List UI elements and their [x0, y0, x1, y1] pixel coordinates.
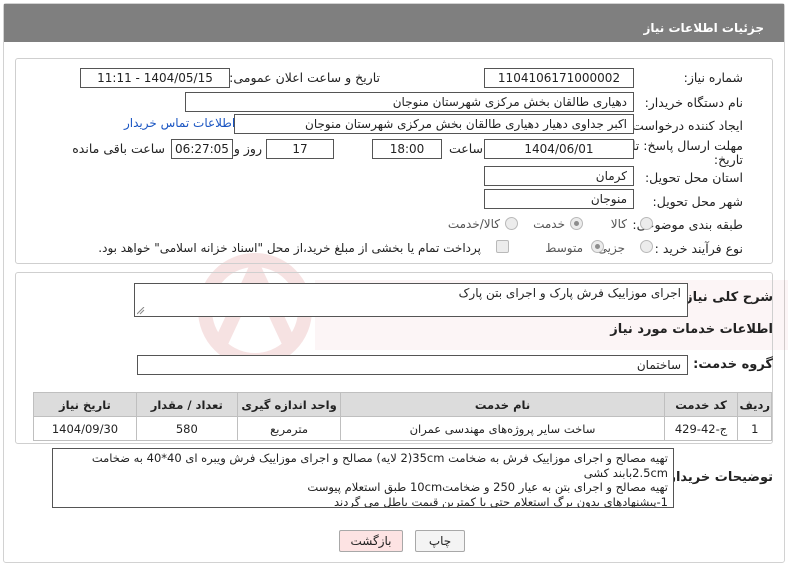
process-radio-minor[interactable]: [640, 240, 653, 253]
category-option-goods: کالا: [610, 217, 627, 231]
deadline-label: مهلت ارسال پاسخ: تا: [632, 138, 743, 153]
deadline-time-label: ساعت: [448, 141, 483, 156]
service-group-label: گروه خدمت:: [693, 357, 773, 372]
cell-date: 1404/09/30: [33, 416, 137, 441]
cell-unit: مترمربع: [236, 416, 342, 441]
treasury-payment-checkbox[interactable]: [496, 240, 509, 253]
process-type-label: نوع فرآیند خرید :: [654, 241, 743, 256]
service-group-field[interactable]: ساختمان: [137, 355, 688, 375]
process-option-medium: متوسط: [545, 241, 583, 255]
buyer-notes-line: تهیه مصالح و اجرای بتن به عیار 250 و ضخا…: [307, 480, 668, 494]
cell-code: ج-42-429: [663, 416, 739, 441]
page-title: جزئیات اطلاعات نیاز: [4, 4, 784, 42]
back-button[interactable]: بازگشت: [339, 530, 403, 552]
city-label: شهر محل تحویل:: [652, 194, 743, 209]
col-code: کد خدمت: [663, 392, 739, 417]
buyer-notes-line: 2.5cmبابند کشی: [583, 465, 668, 480]
days-remaining-field[interactable]: 17: [266, 139, 334, 159]
days-label: روز و: [233, 141, 262, 156]
creator-label: ایجاد کننده درخواست:: [627, 118, 743, 133]
deadline-date-field[interactable]: 1404/06/01: [484, 139, 634, 159]
deadline-time-field[interactable]: 18:00: [372, 139, 442, 159]
treasury-payment-note: پرداخت تمام یا بخشی از مبلغ خرید،از محل …: [98, 241, 481, 255]
col-qty: تعداد / مقدار: [135, 392, 238, 417]
buyer-notes-line: 1-پیشنهادهای بدون برگ استعلام حتی با کمت…: [334, 494, 668, 508]
deadline-label-2: تاریخ:: [713, 152, 743, 167]
table-row[interactable]: 1 ج-42-429 ساخت سایر پروژه‌های مهندسی عم…: [33, 416, 772, 441]
col-row: ردیف: [737, 392, 772, 417]
description-field[interactable]: اجرای موزاییک فرش پارک و اجرای بتن پارک: [134, 283, 688, 317]
buyer-notes-field[interactable]: تهیه مصالح و اجرای موزاییک فرش به ضخامت …: [52, 448, 674, 508]
cell-name: ساخت سایر پروژه‌های مهندسی عمران: [340, 416, 665, 441]
remaining-time-field[interactable]: 06:27:05: [171, 139, 233, 159]
col-unit: واحد اندازه گیری: [236, 392, 342, 417]
category-option-service: خدمت: [533, 217, 565, 231]
creator-field[interactable]: اکبر جداوی دهیار دهیاری طالقان بخش مرکزی…: [234, 114, 634, 134]
buyer-field[interactable]: دهیاری طالقان بخش مرکزی شهرستان منوجان: [185, 92, 634, 112]
category-radio-goods-service[interactable]: [505, 217, 518, 230]
resize-handle-icon[interactable]: [137, 307, 145, 315]
announce-date-field[interactable]: 1404/05/15 - 11:11: [80, 68, 230, 88]
col-name: نام خدمت: [340, 392, 665, 417]
category-radio-service[interactable]: [570, 217, 583, 230]
need-info-section: [15, 58, 773, 264]
services-table: ردیف کد خدمت نام خدمت واحد اندازه گیری ت…: [33, 392, 772, 441]
cell-row: 1: [737, 416, 772, 441]
print-button[interactable]: چاپ: [415, 530, 465, 552]
description-label: شرح کلی نیاز:: [679, 290, 773, 305]
process-radio-medium[interactable]: [591, 240, 604, 253]
buyer-notes-line: تهیه مصالح و اجرای موزاییک فرش به ضخامت …: [91, 451, 668, 465]
table-header-row: ردیف کد خدمت نام خدمت واحد اندازه گیری ت…: [33, 392, 772, 417]
buyer-notes-label: توضیحات خریدار:: [663, 470, 773, 485]
need-number-field[interactable]: 1104106171000002: [484, 68, 634, 88]
services-header: اطلاعات خدمات مورد نیاز: [610, 322, 773, 337]
city-field[interactable]: منوجان: [484, 189, 634, 209]
buyer-label: نام دستگاه خریدار:: [644, 95, 743, 110]
province-label: استان محل تحویل:: [644, 170, 743, 185]
announce-date-label: تاریخ و ساعت اعلان عمومی:: [229, 70, 380, 85]
need-number-label: شماره نیاز:: [683, 70, 743, 85]
category-radio-goods[interactable]: [640, 217, 653, 230]
category-option-goods-service: کالا/خدمت: [447, 217, 500, 231]
cell-qty: 580: [135, 416, 238, 441]
province-field[interactable]: کرمان: [484, 166, 634, 186]
buyer-contact-link[interactable]: اطلاعات تماس خریدار: [124, 116, 235, 130]
col-date: تاریخ نیاز: [33, 392, 137, 417]
remaining-time-label: ساعت باقی مانده: [72, 141, 165, 156]
